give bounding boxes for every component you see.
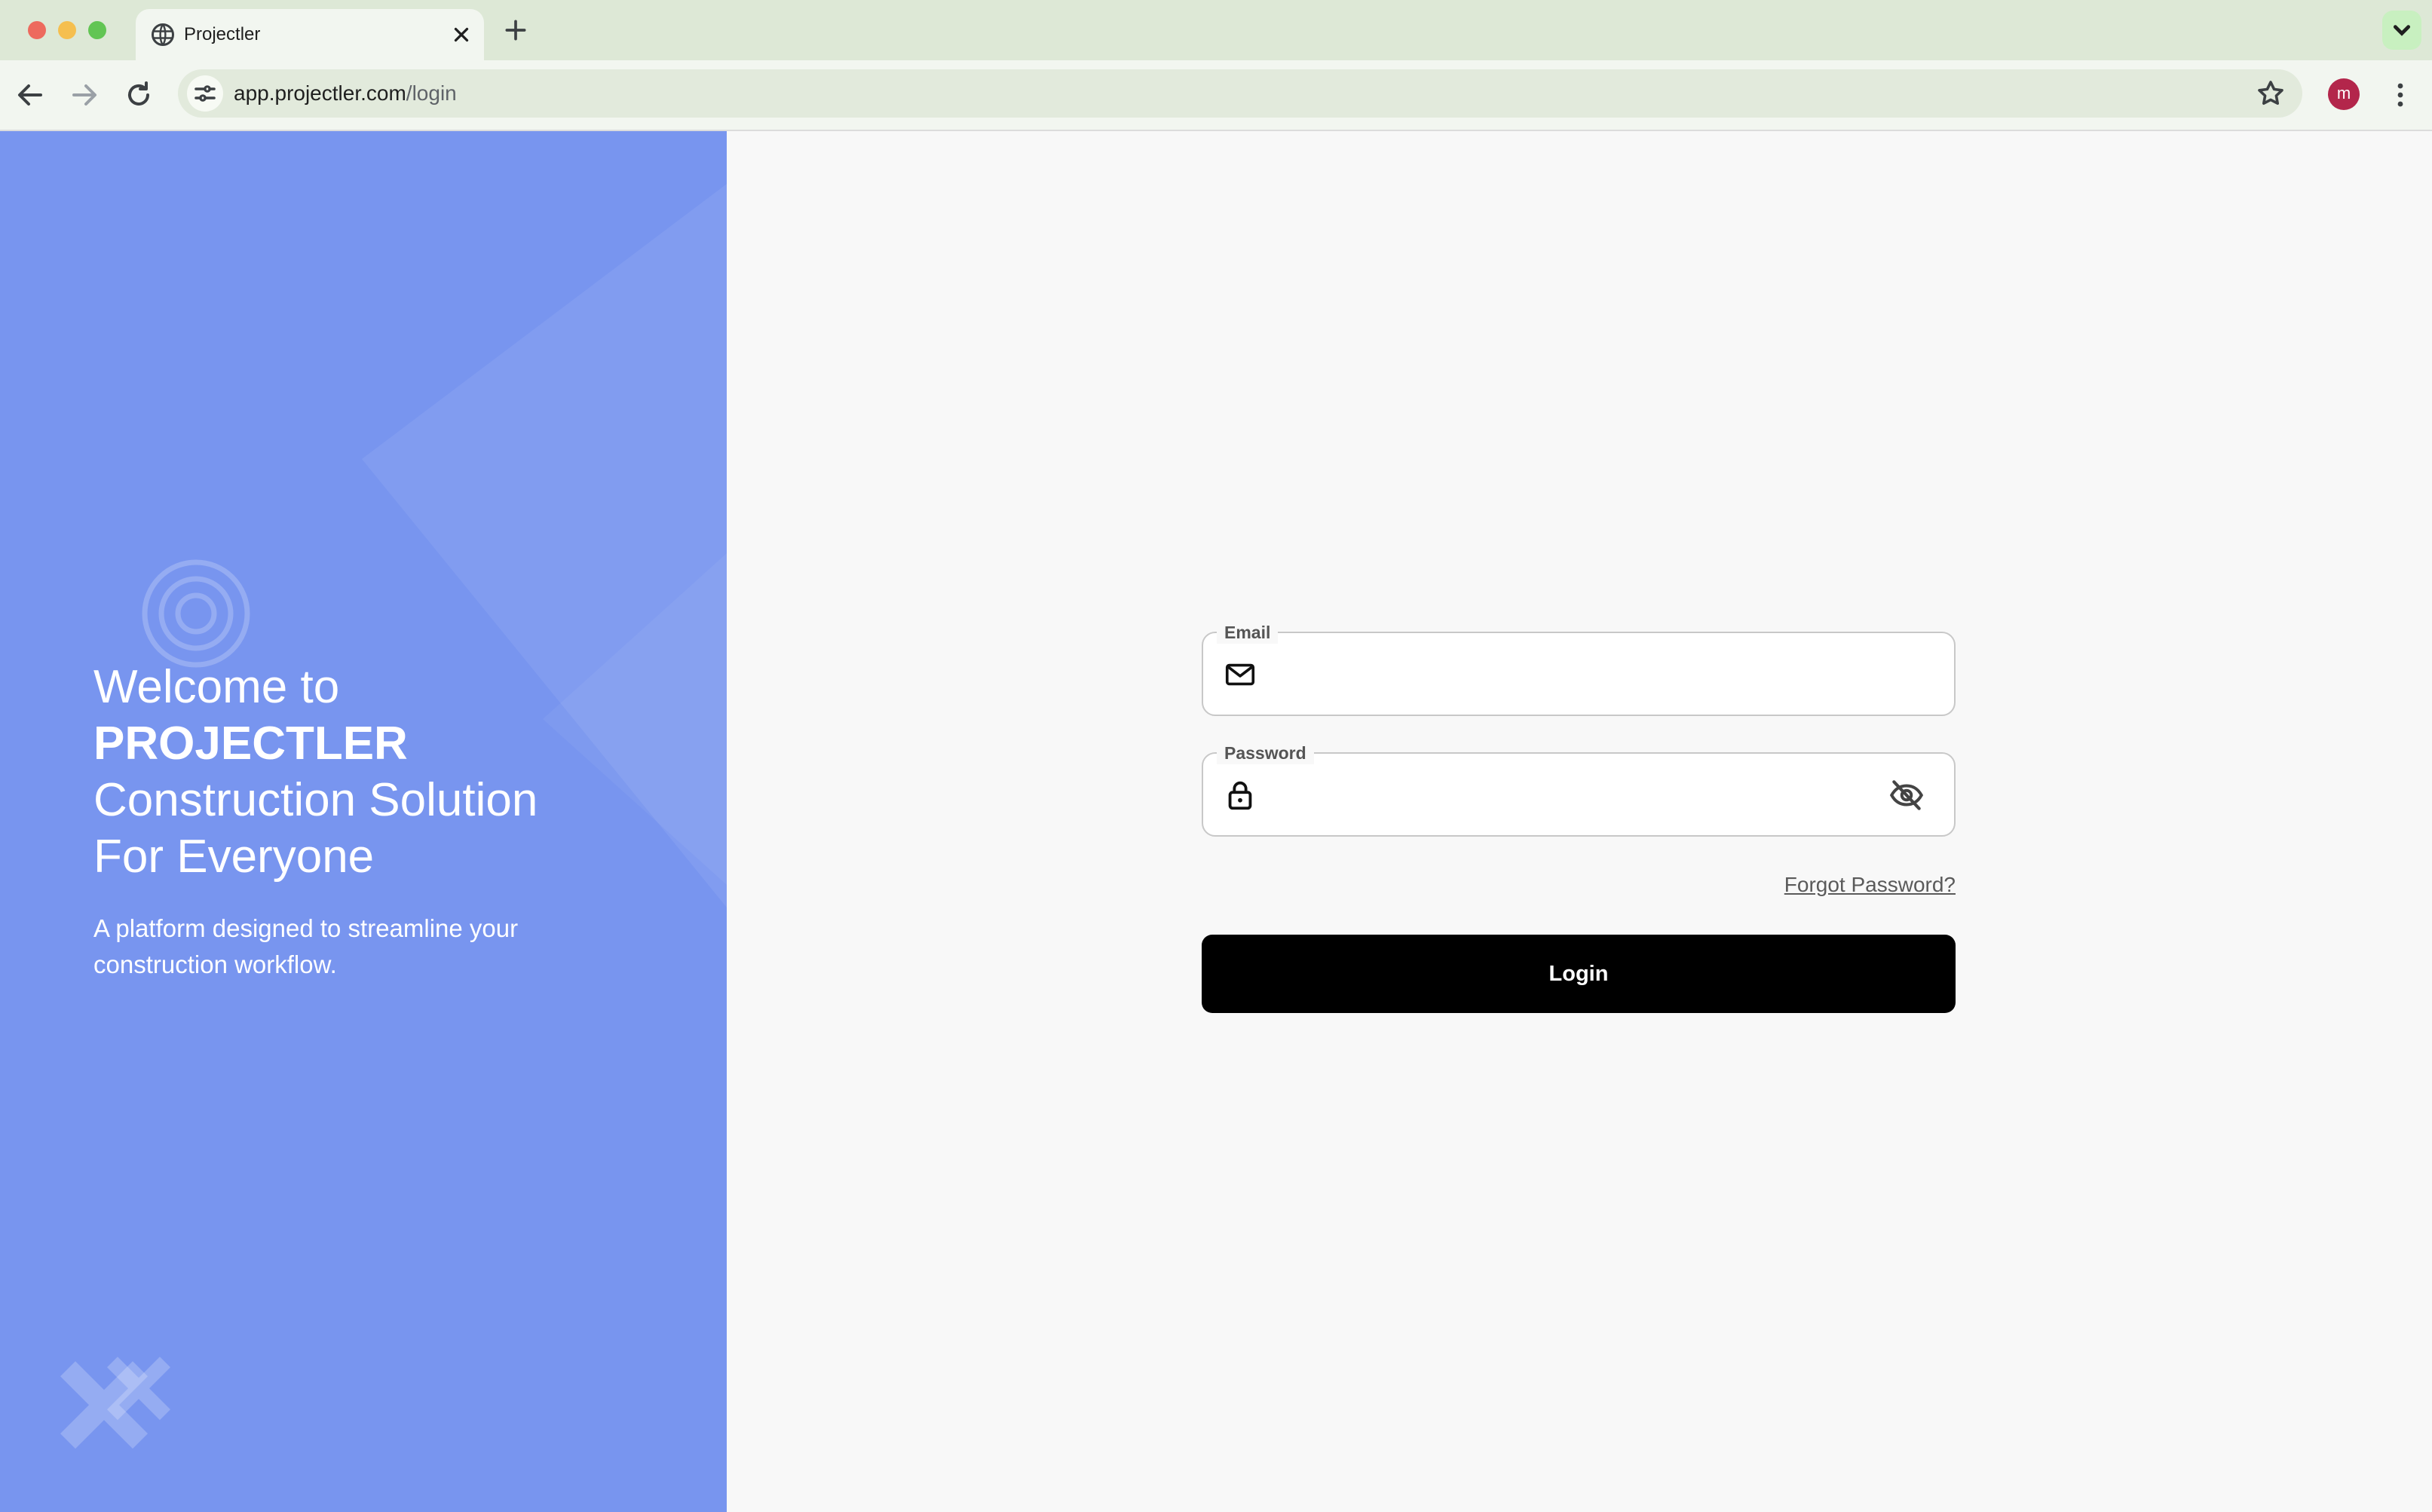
chevron-down-icon [2393, 25, 2411, 36]
hero-title-line1: Welcome to [93, 661, 340, 713]
globe-icon [152, 23, 174, 46]
address-bar[interactable]: app.projectler.com/login [178, 69, 2302, 118]
profile-avatar[interactable]: m [2328, 78, 2360, 110]
url-host: app.projectler.com [234, 81, 406, 105]
browser-tab-active[interactable]: Projectler [136, 9, 484, 60]
url-text: app.projectler.com/login [234, 69, 457, 118]
lock-icon [1228, 781, 1252, 810]
tab-search-button[interactable] [2382, 11, 2421, 50]
bookmark-star-icon[interactable] [2253, 75, 2289, 112]
email-field[interactable]: Email [1202, 621, 1956, 716]
forward-arrow-icon[interactable] [66, 77, 103, 113]
hero-brand-name: PROJECTLER [93, 718, 408, 770]
reload-icon[interactable] [121, 77, 157, 113]
target-rings-icon [142, 559, 250, 668]
tab-title: Projectler [184, 24, 261, 44]
hero-title-line3: Construction Solution [93, 774, 538, 826]
cross-marks-icon [60, 1357, 170, 1449]
hero-title-line4: For Everyone [93, 831, 375, 883]
close-icon[interactable] [448, 21, 475, 48]
login-button[interactable]: Login [1202, 935, 1956, 1013]
browser-tab-bar: Projectler [0, 0, 2432, 60]
window-maximize-button[interactable] [88, 21, 106, 39]
hero-panel: Welcome to PROJECTLER Construction Solut… [0, 131, 727, 1512]
eye-off-icon[interactable] [1888, 776, 1925, 814]
hero-subtitle: A platform designed to streamline your c… [93, 914, 519, 978]
email-label: Email [1217, 621, 1279, 644]
tune-icon [194, 85, 216, 102]
browser-toolbar: app.projectler.com/login m [0, 60, 2432, 131]
password-input[interactable] [1276, 767, 1852, 823]
password-label: Password [1217, 742, 1314, 764]
new-tab-plus-icon[interactable] [501, 15, 531, 45]
back-arrow-icon[interactable] [12, 77, 48, 113]
site-info-button[interactable] [187, 75, 223, 112]
password-field[interactable]: Password [1202, 742, 1956, 837]
window-minimize-button[interactable] [58, 21, 76, 39]
more-vert-icon[interactable] [2382, 77, 2418, 113]
hero-heading: Welcome to PROJECTLER Construction Solut… [93, 659, 666, 885]
window-close-button[interactable] [28, 21, 46, 39]
url-path: /login [406, 81, 457, 105]
mail-icon [1225, 663, 1255, 686]
email-input[interactable] [1276, 647, 1852, 702]
forgot-password-link[interactable]: Forgot Password? [1784, 873, 1956, 897]
